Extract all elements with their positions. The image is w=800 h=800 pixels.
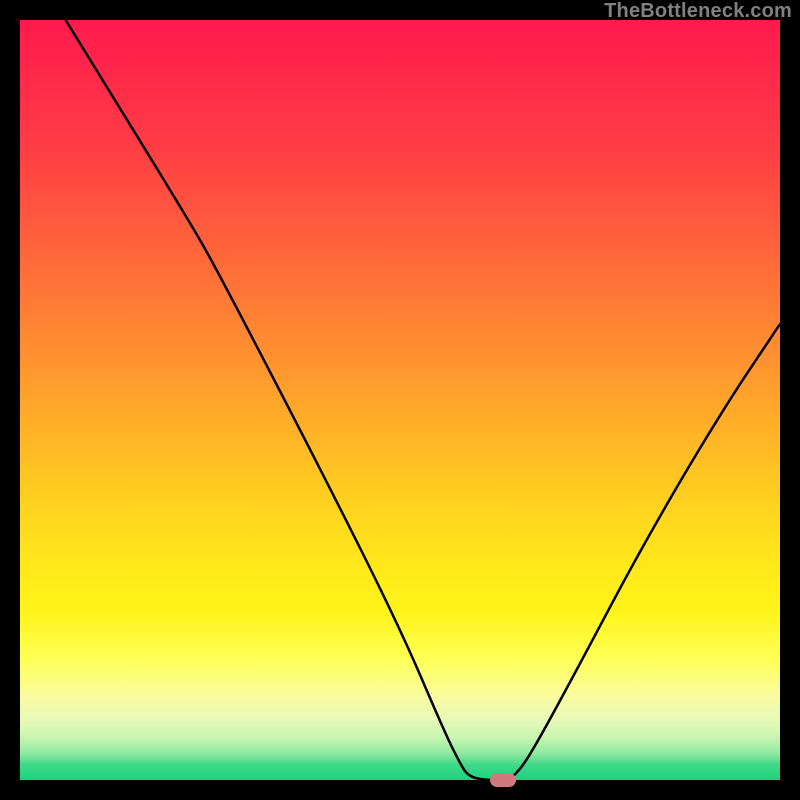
optimal-marker bbox=[490, 773, 516, 787]
plot-area bbox=[20, 20, 780, 780]
bottleneck-curve bbox=[20, 20, 780, 780]
chart-frame: TheBottleneck.com bbox=[0, 0, 800, 800]
watermark-text: TheBottleneck.com bbox=[604, 0, 792, 23]
